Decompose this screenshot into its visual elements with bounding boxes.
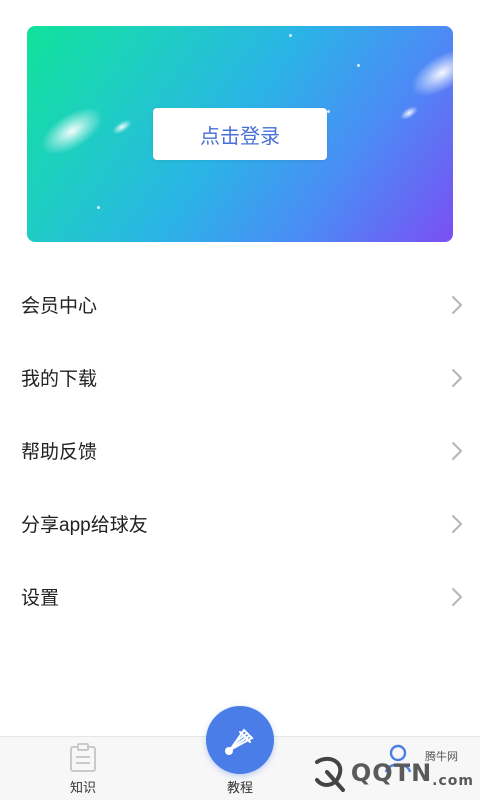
tab-label: 教程 bbox=[226, 780, 253, 795]
menu-item-share-app[interactable]: 分享app给球友 bbox=[0, 487, 480, 560]
menu-item-label: 会员中心 bbox=[21, 296, 98, 317]
chevron-right-icon bbox=[452, 514, 462, 533]
watermark-logo: QQTN .com 腾牛网 bbox=[309, 751, 474, 794]
star-dot bbox=[327, 110, 330, 113]
star-dot bbox=[357, 64, 360, 67]
menu-item-settings[interactable]: 设置 bbox=[0, 560, 480, 633]
chevron-right-icon bbox=[452, 587, 462, 606]
menu-item-my-downloads[interactable]: 我的下载 bbox=[0, 341, 480, 414]
shuttlecock-icon bbox=[225, 728, 254, 755]
chevron-right-icon bbox=[452, 295, 462, 314]
light-streak bbox=[110, 116, 134, 138]
tab-knowledge[interactable]: 知识 bbox=[23, 742, 143, 796]
light-streak bbox=[397, 103, 421, 123]
login-button[interactable]: 点击登录 bbox=[153, 108, 327, 160]
tab-label: 知识 bbox=[69, 780, 96, 795]
qqtn-logo-icon bbox=[314, 756, 345, 792]
menu-item-member-center[interactable]: 会员中心 bbox=[0, 268, 480, 341]
chevron-right-icon bbox=[452, 368, 462, 387]
tab-tutorial[interactable]: 教程 bbox=[180, 774, 300, 796]
menu-item-label: 我的下载 bbox=[21, 369, 98, 390]
menu-item-label: 帮助反馈 bbox=[21, 442, 98, 463]
star-dot bbox=[289, 34, 292, 37]
menu-item-label: 设置 bbox=[21, 588, 60, 609]
watermark-text: QQTN bbox=[350, 759, 433, 787]
tutorial-center-button[interactable] bbox=[206, 706, 274, 774]
menu-item-label: 分享app给球友 bbox=[21, 515, 148, 536]
star-dot bbox=[97, 206, 100, 209]
chevron-right-icon bbox=[452, 441, 462, 460]
menu-item-help-feedback[interactable]: 帮助反馈 bbox=[0, 414, 480, 487]
light-streak bbox=[33, 98, 111, 164]
light-streak bbox=[403, 40, 453, 106]
watermark-site-label: 腾牛网 bbox=[425, 751, 458, 763]
book-icon bbox=[70, 743, 96, 772]
watermark-domain: .com bbox=[432, 773, 474, 789]
header-banner: 点击登录 bbox=[27, 26, 453, 242]
menu-list: 会员中心 我的下载 帮助反馈 分享app给球友 设置 bbox=[0, 268, 480, 633]
